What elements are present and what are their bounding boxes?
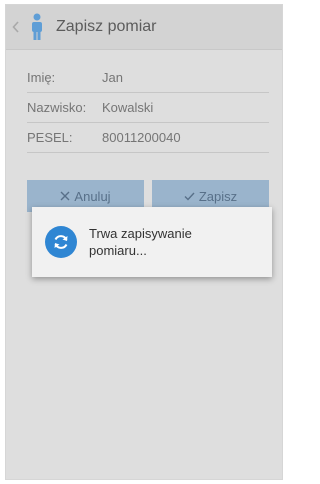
phone-screen: Zapisz pomiar Imię: Jan Nazwisko: Kowals… — [5, 4, 283, 480]
pesel-value: 80011200040 — [102, 130, 181, 145]
close-icon — [60, 191, 70, 201]
check-icon — [184, 192, 195, 201]
pesel-label: PESEL: — [27, 130, 73, 145]
back-button[interactable] — [6, 5, 26, 50]
app-bar: Zapisz pomiar — [6, 5, 282, 50]
first-name-row: Imię: Jan — [27, 63, 269, 93]
last-name-row: Nazwisko: Kowalski — [27, 93, 269, 123]
save-button-label: Zapisz — [198, 188, 238, 204]
last-name-value: Kowalski — [102, 100, 154, 115]
first-name-label: Imię: — [27, 70, 56, 85]
pesel-row: PESEL: 80011200040 — [27, 123, 269, 153]
page-title: Zapisz pomiar — [56, 18, 157, 35]
first-name-value: Jan — [102, 70, 123, 85]
progress-dialog: Trwa zapisywanie pomiaru... — [32, 207, 272, 277]
dialog-message: Trwa zapisywanie pomiaru... — [89, 226, 192, 258]
chevron-left-icon — [12, 21, 19, 33]
sync-icon — [45, 226, 77, 258]
cancel-button-label: Anuluj — [74, 188, 111, 204]
person-icon — [26, 5, 48, 50]
last-name-label: Nazwisko: — [27, 100, 87, 115]
